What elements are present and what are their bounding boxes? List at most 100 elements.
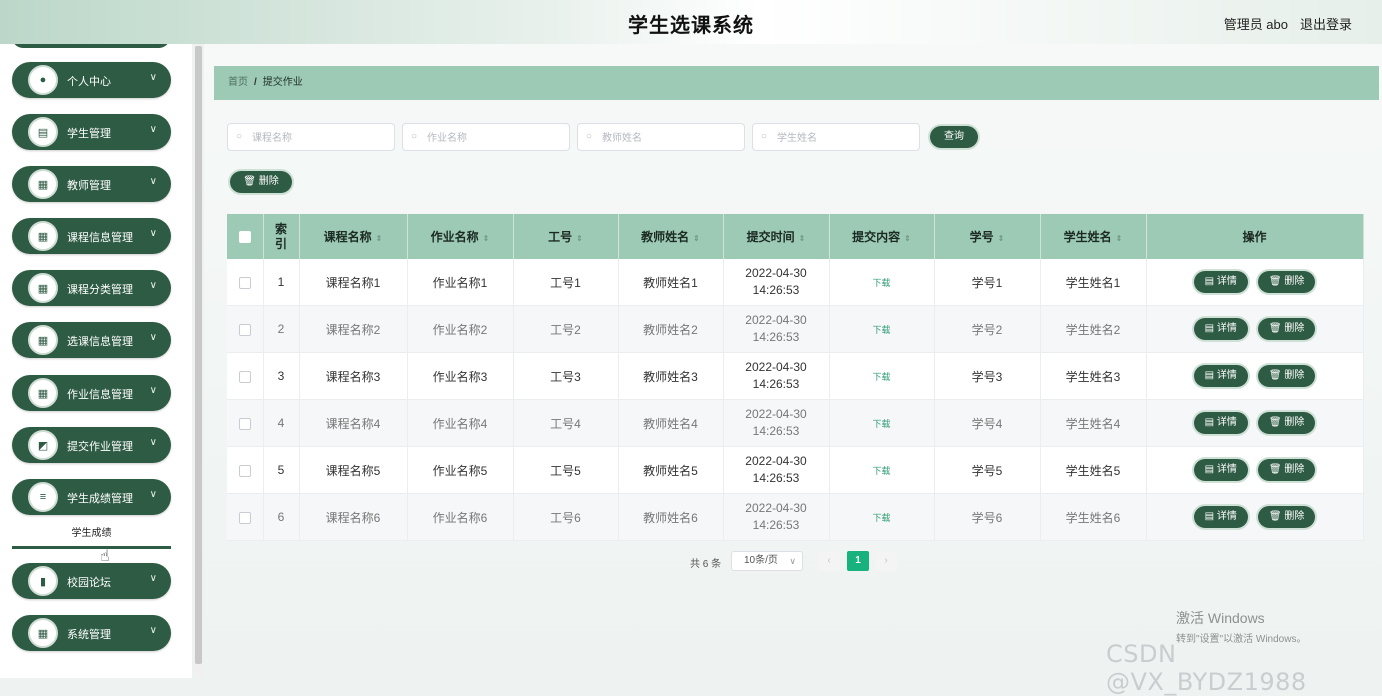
trash-icon: 🗑 <box>1268 464 1285 475</box>
cell-student-id: 学号3 <box>934 352 1041 400</box>
select-all-checkbox[interactable] <box>238 231 251 244</box>
detail-label: 详情 <box>1216 464 1237 475</box>
detail-button[interactable]: ▤ 详情 <box>1193 271 1248 293</box>
sort-icon[interactable]: ⇕ <box>483 234 490 243</box>
row-checkbox[interactable] <box>238 370 251 383</box>
select-all-cell[interactable] <box>227 214 264 259</box>
student-name-input[interactable] <box>775 129 919 147</box>
prev-page-button[interactable]: ‹ <box>818 551 840 571</box>
sidebar-item[interactable]: ◩ 提交作业管理 ∨ <box>12 427 171 463</box>
sidebar-item-label: 提交作业管理 <box>67 441 133 453</box>
sidebar-item-partial[interactable] <box>12 44 170 48</box>
breadcrumb-home[interactable]: 首页 <box>228 77 248 88</box>
table-row[interactable]: 6 课程名称6 作业名称6 工号6 教师姓名6 2022-04-30 14:26:53 下载… <box>227 493 1364 541</box>
row-checkbox[interactable] <box>238 511 251 524</box>
row-delete-button[interactable]: 🗑 删除 <box>1257 318 1316 340</box>
activation-title: 激活 Windows <box>1176 610 1265 626</box>
header-teacher-id[interactable]: 工号 ⇕ <box>513 214 619 259</box>
download-link[interactable]: 下载 <box>872 278 890 288</box>
detail-button[interactable]: ▤ 详情 <box>1193 459 1248 481</box>
sidebar-scrollbar[interactable] <box>193 44 204 678</box>
table-row[interactable]: 4 课程名称4 作业名称4 工号4 教师姓名4 2022-04-30 14:26:53 下载… <box>227 399 1364 447</box>
row-checkbox[interactable] <box>238 323 251 336</box>
row-delete-button[interactable]: 🗑 删除 <box>1257 271 1316 293</box>
sidebar-item[interactable]: ▦ 系统管理 ∨ <box>12 615 171 651</box>
sidebar-item[interactable]: ▦ 选课信息管理 ∨ <box>12 322 171 358</box>
bulk-delete-button[interactable]: 🗑 删除 <box>230 171 292 193</box>
homework-name-search[interactable]: ○ <box>402 123 570 151</box>
teacher-name-search[interactable]: ○ <box>577 123 745 151</box>
header-submit-content[interactable]: 提交内容 ⇕ <box>829 214 935 259</box>
cell-submit-content: 下载 <box>829 399 935 447</box>
sidebar-item[interactable]: ▦ 课程分类管理 ∨ <box>12 270 171 306</box>
course-name-search[interactable]: ○ <box>227 123 395 151</box>
download-link[interactable]: 下载 <box>872 372 890 382</box>
main-content: 首页 / 提交作业 ○ ○ ○ ○ 查询 🗑 删除 索引 课程名称 ⇕ 作业名称 ⇕ 工… <box>204 44 1382 678</box>
chevron-down-icon: ∨ <box>149 176 157 187</box>
detail-button[interactable]: ▤ 详情 <box>1193 318 1248 340</box>
sort-icon[interactable]: ⇕ <box>904 234 911 243</box>
cell-submit-time: 2022-04-30 14:26:53 <box>723 259 830 306</box>
header-submit-time[interactable]: 提交时间 ⇕ <box>723 214 830 259</box>
row-delete-button[interactable]: 🗑 删除 <box>1257 365 1316 387</box>
sidebar-subitem-student-score[interactable]: 学生成绩 <box>12 522 171 549</box>
download-link[interactable]: 下载 <box>872 466 890 476</box>
row-checkbox[interactable] <box>238 417 251 430</box>
header-student-id[interactable]: 学号 ⇕ <box>934 214 1041 259</box>
sort-icon[interactable]: ⇕ <box>1116 234 1123 243</box>
row-select-cell[interactable] <box>227 259 264 306</box>
homework-name-input[interactable] <box>425 129 569 147</box>
cell-submit-content: 下载 <box>829 446 935 494</box>
sidebar-item[interactable]: ▦ 作业信息管理 ∨ <box>12 375 171 411</box>
scrollbar-thumb[interactable] <box>195 46 202 664</box>
breadcrumb-current: 提交作业 <box>262 77 303 88</box>
row-select-cell[interactable] <box>227 493 264 541</box>
row-select-cell[interactable] <box>227 305 264 353</box>
download-link[interactable]: 下载 <box>872 325 890 335</box>
sidebar-item[interactable]: ▮ 校园论坛 ∨ <box>12 563 171 599</box>
table-row[interactable]: 5 课程名称5 作业名称5 工号5 教师姓名5 2022-04-30 14:26:53 下载… <box>227 446 1364 494</box>
header-homework[interactable]: 作业名称 ⇕ <box>407 214 514 259</box>
row-select-cell[interactable] <box>227 352 264 400</box>
teacher-name-input[interactable] <box>600 129 744 147</box>
download-link[interactable]: 下载 <box>872 513 890 523</box>
detail-button[interactable]: ▤ 详情 <box>1193 365 1248 387</box>
page-number-current[interactable]: 1 <box>847 551 869 571</box>
cell-submit-time: 2022-04-30 14:26:53 <box>723 446 830 494</box>
sidebar-item[interactable]: ▦ 课程信息管理 ∨ <box>12 218 171 254</box>
row-delete-button[interactable]: 🗑 删除 <box>1257 459 1316 481</box>
detail-button[interactable]: ▤ 详情 <box>1193 506 1248 528</box>
table-row[interactable]: 1 课程名称1 作业名称1 工号1 教师姓名1 2022-04-30 14:26:53 下载… <box>227 259 1364 306</box>
sidebar-item-label: 学生管理 <box>67 128 111 140</box>
sort-icon[interactable]: ⇕ <box>998 234 1005 243</box>
query-button[interactable]: 查询 <box>930 126 978 148</box>
course-name-input[interactable] <box>250 129 394 147</box>
header-course[interactable]: 课程名称 ⇕ <box>299 214 408 259</box>
sidebar-item[interactable]: ≡ 学生成绩管理 ∨ <box>12 479 171 515</box>
row-delete-button[interactable]: 🗑 删除 <box>1257 412 1316 434</box>
row-select-cell[interactable] <box>227 399 264 447</box>
sort-icon[interactable]: ⇕ <box>576 234 583 243</box>
sidebar-item[interactable]: ● 个人中心 ∨ <box>12 62 171 98</box>
sidebar-item[interactable]: ▤ 学生管理 ∨ <box>12 114 171 150</box>
download-link[interactable]: 下载 <box>872 419 890 429</box>
detail-button[interactable]: ▤ 详情 <box>1193 412 1248 434</box>
sort-icon[interactable]: ⇕ <box>693 234 700 243</box>
sort-icon[interactable]: ⇕ <box>799 234 806 243</box>
cell-teacher-name: 教师姓名2 <box>618 305 724 353</box>
row-checkbox[interactable] <box>238 276 251 289</box>
row-checkbox[interactable] <box>238 464 251 477</box>
row-select-cell[interactable] <box>227 446 264 494</box>
row-delete-button[interactable]: 🗑 删除 <box>1257 506 1316 528</box>
sidebar-item[interactable]: ▦ 教师管理 ∨ <box>12 166 171 202</box>
sort-icon[interactable]: ⇕ <box>376 234 383 243</box>
trash-icon: 🗑 <box>1268 511 1285 522</box>
page-size-select[interactable]: 10条/页 ∨ <box>731 551 803 571</box>
table-row[interactable]: 3 课程名称3 作业名称3 工号3 教师姓名3 2022-04-30 14:26:53 下载… <box>227 352 1364 400</box>
header-teacher-name[interactable]: 教师姓名 ⇕ <box>618 214 724 259</box>
logout-link[interactable]: 退出登录 <box>1300 14 1352 33</box>
header-student-name[interactable]: 学生姓名 ⇕ <box>1040 214 1147 259</box>
next-page-button[interactable]: › <box>875 551 897 571</box>
table-row[interactable]: 2 课程名称2 作业名称2 工号2 教师姓名2 2022-04-30 14:26:53 下载… <box>227 305 1364 353</box>
student-name-search[interactable]: ○ <box>752 123 920 151</box>
